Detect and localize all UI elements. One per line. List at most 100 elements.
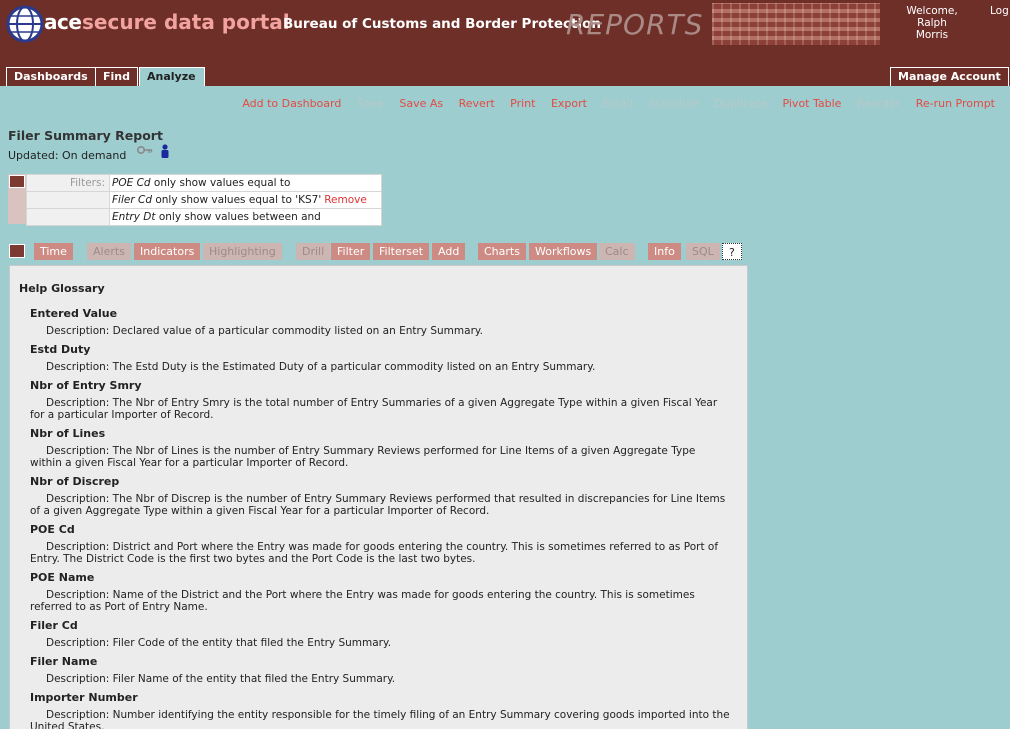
glossary-term: Filer Name <box>30 655 98 668</box>
tab-manage-account[interactable]: Manage Account <box>890 67 1009 86</box>
add-button[interactable]: Add <box>432 243 466 260</box>
glossary-description: Description: Filer Code of the entity th… <box>46 637 392 649</box>
filter-button[interactable]: Filter <box>331 243 371 260</box>
reorder-link[interactable]: Reorder <box>857 97 900 110</box>
updated-status: Updated: On demand <box>8 149 127 162</box>
filter-cell: POE Cd only show values equal to <box>109 174 382 192</box>
filters-table: Filters: POE Cd only show values equal t… <box>26 174 382 226</box>
pivot-table-link[interactable]: Pivot Table <box>782 97 841 110</box>
glossary-description: Description: Number identifying the enti… <box>30 709 730 729</box>
filter-condition: only show values between and <box>158 211 321 223</box>
logo-ace: ace <box>44 10 82 34</box>
alerts-button[interactable]: Alerts <box>87 243 131 260</box>
glossary-entry: Filer Cd Description: Filer Code of the … <box>30 619 730 649</box>
glossary-description: Description: The Nbr of Discrep is the n… <box>30 493 726 517</box>
filter-cell: Entry Dt only show values between and <box>109 208 382 226</box>
glossary-description: Description: The Nbr of Entry Smry is th… <box>30 397 718 421</box>
globe-logo-icon <box>6 5 44 43</box>
save-as-link[interactable]: Save As <box>399 97 443 110</box>
glossary-entry: Nbr of Discrep Description: The Nbr of D… <box>30 475 730 517</box>
filter-label-empty <box>26 191 110 209</box>
glossary-term: Estd Duty <box>30 343 91 356</box>
workflows-button[interactable]: Workflows <box>529 243 598 260</box>
filter-row: Filters: POE Cd only show values equal t… <box>26 174 382 192</box>
banner: ace secure data portal Bureau of Customs… <box>0 0 1010 47</box>
filters-collapse-icon[interactable] <box>9 175 25 188</box>
help-button[interactable]: ? <box>722 243 742 260</box>
welcome-text: Welcome, <box>906 5 958 17</box>
tab-find[interactable]: Find <box>95 67 138 86</box>
key-icon[interactable] <box>137 145 153 155</box>
reports-label: REPORTS <box>566 8 704 41</box>
glossary-entry: Entered Value Description: Declared valu… <box>30 307 730 337</box>
save-link[interactable]: Save <box>357 97 384 110</box>
calc-button[interactable]: Calc <box>599 243 635 260</box>
glossary-entry: POE Cd Description: District and Port wh… <box>30 523 730 565</box>
indicators-button[interactable]: Indicators <box>134 243 201 260</box>
glossary-description: Description: Name of the District and th… <box>30 589 695 613</box>
email-link[interactable]: Email <box>602 97 633 110</box>
filter-cell: Filer Cd only show values equal to 'KS7'… <box>109 191 382 209</box>
filter-row: Entry Dt only show values between and <box>26 208 382 226</box>
glossary-entry: Estd Duty Description: The Estd Duty is … <box>30 343 730 373</box>
filter-row: Filer Cd only show values equal to 'KS7'… <box>26 191 382 209</box>
tab-dashboards[interactable]: Dashboards <box>6 67 96 86</box>
filter-label-empty <box>26 208 110 226</box>
glossary-entry: POE Name Description: Name of the Distri… <box>30 571 730 613</box>
report-actions: Add to Dashboard Save Save As Revert Pri… <box>230 97 995 110</box>
glossary-term: Importer Number <box>30 691 138 704</box>
remove-filter-link[interactable]: Remove <box>324 194 367 206</box>
tab-analyze[interactable]: Analyze <box>139 67 205 86</box>
time-button[interactable]: Time <box>34 243 73 260</box>
glossary-title: Help Glossary <box>19 282 105 295</box>
schedule-link[interactable]: Schedule <box>649 97 700 110</box>
glossary-term: Filer Cd <box>30 619 78 632</box>
filterset-button[interactable]: Filterset <box>373 243 430 260</box>
page-title: Filer Summary Report <box>8 128 163 143</box>
flag-banner-image <box>712 3 880 45</box>
glossary-description: Description: Declared value of a particu… <box>46 325 483 337</box>
glossary-term: Nbr of Entry Smry <box>30 379 142 392</box>
filter-condition: only show values equal to <box>153 177 291 189</box>
glossary-description: Description: The Nbr of Lines is the num… <box>30 445 696 469</box>
glossary-entry: Filer Name Description: Filer Name of th… <box>30 655 730 685</box>
glossary-description: Description: District and Port where the… <box>30 541 719 565</box>
main-tab-bar: Dashboards Find Analyze Manage Account <box>0 47 1010 86</box>
glossary-term: POE Name <box>30 571 95 584</box>
welcome-block: Welcome, Ralph Morris <box>888 5 976 41</box>
revert-link[interactable]: Revert <box>459 97 495 110</box>
filter-field: Filer Cd <box>112 194 152 206</box>
filter-condition: only show values equal to <box>155 194 292 206</box>
glossary-term: Entered Value <box>30 307 118 320</box>
drill-button[interactable]: Drill <box>296 243 331 260</box>
bureau-name: Bureau of Customs and Border Protection <box>283 16 601 32</box>
duplicate-link[interactable]: Duplicate <box>715 97 767 110</box>
glossary-entry: Nbr of Entry Smry Description: The Nbr o… <box>30 379 730 421</box>
add-to-dashboard-link[interactable]: Add to Dashboard <box>242 97 341 110</box>
glossary-entry: Importer Number Description: Number iden… <box>30 691 730 729</box>
glossary-term: Nbr of Lines <box>30 427 106 440</box>
portal-title: secure data portal <box>82 10 290 34</box>
glossary-term: Nbr of Discrep <box>30 475 120 488</box>
filters-label: Filters: <box>26 174 110 192</box>
user-first-name: Ralph <box>917 17 947 29</box>
glossary-description: Description: The Estd Duty is the Estima… <box>46 361 596 373</box>
highlighting-button[interactable]: Highlighting <box>203 243 282 260</box>
export-link[interactable]: Export <box>551 97 587 110</box>
print-link[interactable]: Print <box>510 97 535 110</box>
filter-field: POE Cd <box>112 177 151 189</box>
logout-link[interactable]: Log <box>990 5 1009 17</box>
toolbar-toggle-icon[interactable] <box>9 244 25 258</box>
filter-field: Entry Dt <box>112 211 156 223</box>
help-glossary-panel: Help Glossary Entered Value Description:… <box>9 265 748 729</box>
glossary-entry: Nbr of Lines Description: The Nbr of Lin… <box>30 427 730 469</box>
glossary-term: POE Cd <box>30 523 75 536</box>
sql-button[interactable]: SQL <box>686 243 720 260</box>
user-last-name: Morris <box>915 29 949 41</box>
info-button[interactable]: Info <box>648 243 681 260</box>
filter-value: 'KS7' <box>295 194 322 206</box>
glossary-description: Description: Filer Name of the entity th… <box>46 673 396 685</box>
user-icon[interactable] <box>160 144 170 158</box>
rerun-prompt-link[interactable]: Re-run Prompt <box>916 97 995 110</box>
charts-button[interactable]: Charts <box>478 243 526 260</box>
